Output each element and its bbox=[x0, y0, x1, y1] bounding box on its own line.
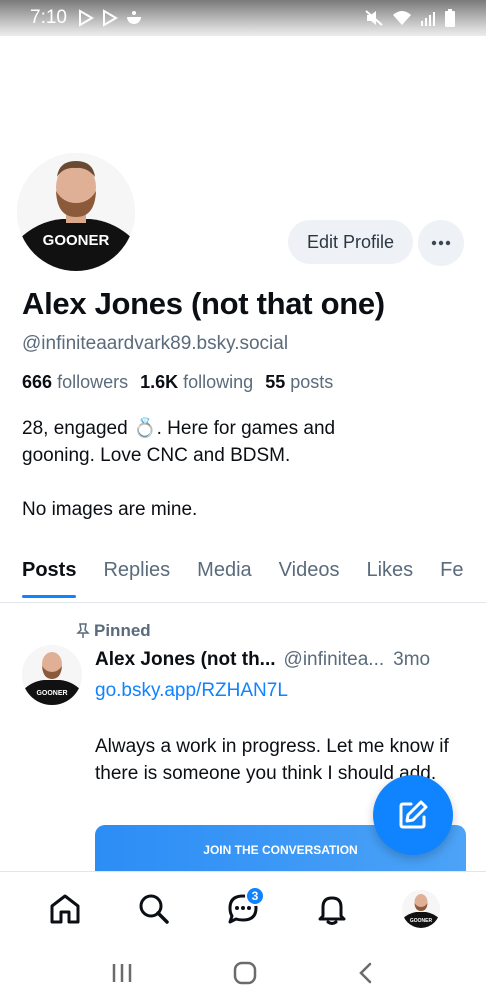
post-link[interactable]: go.bsky.app/RZHAN7L bbox=[95, 680, 288, 702]
post-header: Alex Jones (not th... @infinitea... 3mo bbox=[95, 649, 430, 671]
post-author-avatar[interactable]: GOONER bbox=[22, 645, 82, 705]
nav-home[interactable] bbox=[40, 884, 90, 934]
profile-display-name: Alex Jones (not that one) bbox=[22, 286, 385, 321]
following-stat[interactable]: 1.6K following bbox=[140, 372, 253, 393]
nav-profile[interactable]: GOONER bbox=[396, 884, 446, 934]
profile-avatar-small: GOONER bbox=[402, 890, 441, 928]
edit-profile-button[interactable]: Edit Profile bbox=[288, 220, 413, 264]
pin-icon bbox=[76, 623, 90, 638]
more-horizontal-icon bbox=[431, 240, 451, 246]
compose-icon bbox=[399, 800, 428, 829]
post-author-name[interactable]: Alex Jones (not th... bbox=[95, 649, 276, 670]
tab-posts[interactable]: Posts bbox=[22, 555, 77, 602]
compose-button[interactable] bbox=[373, 775, 453, 855]
bell-icon bbox=[318, 896, 346, 925]
followers-stat[interactable]: 666 followers bbox=[22, 372, 128, 393]
status-bar: 7:10 bbox=[0, 0, 486, 36]
avatar-shirt-text: GOONER bbox=[410, 918, 433, 924]
play-icon bbox=[78, 9, 94, 27]
profile-tabs: Posts Replies Media Videos Likes Fe bbox=[0, 555, 486, 603]
recent-apps-icon[interactable] bbox=[110, 962, 134, 984]
wifi-icon bbox=[393, 11, 411, 25]
tab-media[interactable]: Media bbox=[197, 555, 251, 602]
home-icon bbox=[50, 894, 80, 924]
home-button-icon[interactable] bbox=[233, 961, 257, 985]
nav-search[interactable] bbox=[129, 884, 179, 934]
post-author-handle[interactable]: @infinitea... bbox=[284, 649, 385, 670]
back-icon[interactable] bbox=[356, 961, 376, 985]
tab-videos[interactable]: Videos bbox=[279, 555, 340, 602]
tab-likes[interactable]: Likes bbox=[366, 555, 413, 602]
battery-icon bbox=[445, 9, 455, 27]
tab-replies[interactable]: Replies bbox=[103, 555, 170, 602]
status-time: 7:10 bbox=[30, 7, 67, 28]
bottom-navigation: 3 GOONER bbox=[0, 871, 486, 946]
avatar-shirt-text: GOONER bbox=[42, 232, 110, 249]
pinned-indicator: Pinned bbox=[76, 621, 151, 641]
messages-badge: 3 bbox=[244, 886, 265, 906]
play-icon bbox=[102, 9, 118, 27]
post-time: 3mo bbox=[393, 649, 431, 670]
avatar-photo bbox=[17, 153, 135, 271]
system-navigation-bar bbox=[0, 946, 486, 1000]
profile-handle: @infiniteaardvark89.bsky.social bbox=[22, 333, 289, 354]
embed-title: JOIN THE CONVERSATION bbox=[203, 843, 358, 857]
search-icon bbox=[139, 894, 169, 924]
nav-notifications[interactable] bbox=[307, 884, 357, 934]
profile-stats: 666 followers 1.6K following 55 posts bbox=[22, 372, 333, 393]
signal-icon bbox=[421, 12, 435, 26]
avatar-shirt-text: GOONER bbox=[36, 690, 67, 697]
bowl-icon bbox=[126, 11, 141, 24]
posts-stat: 55 posts bbox=[265, 372, 334, 392]
tab-feeds[interactable]: Fe bbox=[440, 555, 463, 602]
nav-messages[interactable]: 3 bbox=[218, 884, 268, 934]
mute-icon bbox=[365, 10, 383, 26]
avatar-photo: GOONER bbox=[402, 890, 441, 928]
profile-avatar[interactable]: GOONER bbox=[14, 150, 138, 274]
profile-bio: 28, engaged 💍. Here for games and goonin… bbox=[22, 418, 336, 520]
more-options-button[interactable] bbox=[418, 220, 464, 266]
avatar-photo: GOONER bbox=[22, 645, 82, 705]
